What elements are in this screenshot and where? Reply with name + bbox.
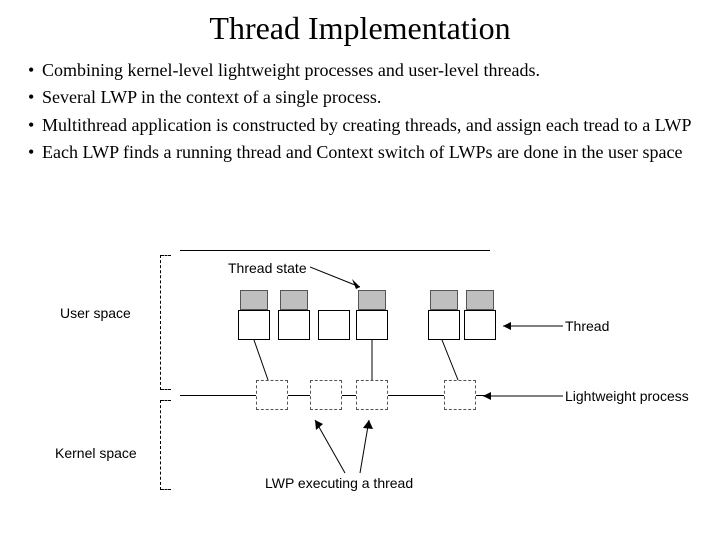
bullet-list: Combining kernel-level lightweight proce… (28, 59, 700, 165)
bullet-item: Each LWP finds a running thread and Cont… (28, 141, 700, 164)
label-thread: Thread (565, 318, 609, 334)
bullet-item: Combining kernel-level lightweight proce… (28, 59, 700, 82)
lwp-box (356, 380, 388, 410)
thread-state-box (240, 290, 268, 310)
arrow-lwp-exec-1 (310, 415, 350, 475)
thread-box (318, 310, 350, 340)
label-lwp: Lightweight process (565, 388, 689, 404)
thread-state-box (358, 290, 386, 310)
arrow-lwp (478, 390, 568, 406)
lwp-box (256, 380, 288, 410)
lwp-box (444, 380, 476, 410)
label-user-space: User space (60, 305, 131, 321)
diagram: User space Kernel space Thread state Thr… (0, 250, 720, 530)
page-title: Thread Implementation (0, 0, 720, 47)
bullet-item: Several LWP in the context of a single p… (28, 86, 700, 109)
label-lwp-exec: LWP executing a thread (265, 475, 413, 491)
thread-box (356, 310, 388, 340)
thread-state-box (430, 290, 458, 310)
divider-top (180, 250, 490, 251)
arrow-thread (498, 320, 568, 336)
thread-state-box (466, 290, 494, 310)
connector (252, 340, 272, 382)
label-kernel-space: Kernel space (55, 445, 137, 461)
arrow-lwp-exec-2 (355, 415, 385, 475)
connector (440, 340, 462, 382)
brace-kernel (160, 400, 161, 490)
thread-box (428, 310, 460, 340)
thread-box (278, 310, 310, 340)
connector (370, 340, 376, 382)
label-thread-state: Thread state (228, 260, 307, 276)
brace-user (160, 255, 161, 390)
thread-box (464, 310, 496, 340)
thread-state-box (280, 290, 308, 310)
thread-box (238, 310, 270, 340)
slide: Thread Implementation Combining kernel-l… (0, 0, 720, 540)
lwp-box (310, 380, 342, 410)
bullet-item: Multithread application is constructed b… (28, 114, 700, 137)
